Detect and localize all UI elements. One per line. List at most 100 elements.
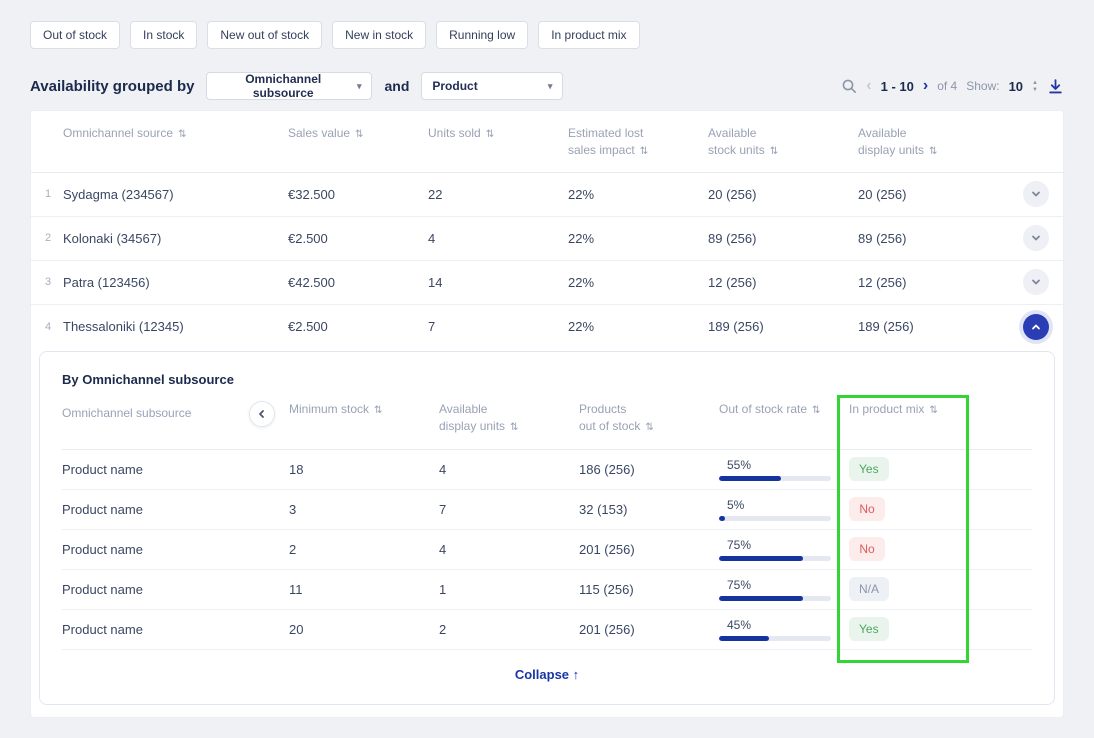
in-product-mix-badge: No	[849, 497, 885, 521]
sort-icon[interactable]: ⇅	[355, 129, 363, 140]
cell-display-units: 7	[439, 502, 579, 517]
and-label: and	[384, 78, 409, 94]
column-header-oos-rate[interactable]: Out of stock rate⇅	[719, 401, 849, 419]
cell-stock: 20 (256)	[708, 187, 858, 202]
cell-units: 14	[428, 275, 568, 290]
column-header-subsource: Omnichannel subsource	[62, 401, 289, 427]
subsource-panel-title: By Omnichannel subsource	[62, 372, 1032, 387]
sort-icon[interactable]: ⇅	[640, 146, 648, 157]
cell-products-oos: 201 (256)	[579, 622, 719, 637]
expand-row-button[interactable]	[1023, 225, 1049, 251]
column-header-source[interactable]: Omnichannel source⇅	[63, 125, 288, 143]
column-header-stock[interactable]: Available stock units⇅	[708, 125, 858, 160]
column-header-available-display[interactable]: Available display units⇅	[439, 401, 579, 436]
search-icon	[841, 78, 857, 94]
cell-products-oos: 32 (153)	[579, 502, 719, 517]
cell-sales: €42.500	[288, 275, 428, 290]
progress-fill	[719, 556, 803, 561]
download-button[interactable]	[1047, 78, 1064, 95]
expand-row-button[interactable]	[1023, 181, 1049, 207]
out-of-stock-rate: 45%	[719, 618, 849, 641]
progress-bar	[719, 516, 831, 521]
table-header: Omnichannel source⇅ Sales value⇅ Units s…	[31, 111, 1063, 173]
subtable-header: Omnichannel subsource Minimum stock⇅ Ava…	[62, 401, 1032, 450]
cell-display-units: 2	[439, 622, 579, 637]
availability-page: Out of stock In stock New out of stock N…	[0, 0, 1094, 738]
filter-chip-out-of-stock[interactable]: Out of stock	[30, 21, 120, 49]
collapse-link[interactable]: Collapse ↑	[62, 650, 1032, 690]
in-product-mix-badge: Yes	[849, 617, 889, 641]
chevron-up-icon	[1030, 321, 1042, 333]
filter-chip-new-out-of-stock[interactable]: New out of stock	[207, 21, 322, 49]
sort-icon[interactable]: ⇅	[486, 129, 494, 140]
cell-display: 89 (256)	[858, 231, 1008, 246]
cell-sales: €2.500	[288, 319, 428, 334]
out-of-stock-rate: 75%	[719, 538, 849, 561]
sort-icon[interactable]: ⇅	[929, 405, 937, 416]
column-header-display[interactable]: Available display units⇅	[858, 125, 1008, 160]
progress-bar	[719, 596, 831, 601]
out-of-stock-rate: 75%	[719, 578, 849, 601]
out-of-stock-rate: 5%	[719, 498, 849, 521]
expand-row-button[interactable]	[1023, 269, 1049, 295]
sort-icon[interactable]: ⇅	[929, 146, 937, 157]
subtable-row: Product name 3 7 32 (153) 5% No	[62, 490, 1032, 530]
column-header-units[interactable]: Units sold⇅	[428, 125, 568, 143]
progress-bar	[719, 556, 831, 561]
cell-min-stock: 18	[289, 462, 439, 477]
sort-icon[interactable]: ⇅	[645, 422, 653, 433]
table-controls: ‹ 1 - 10 › of 4 Show: 10 ▲ ▼	[841, 78, 1064, 95]
cell-products-oos: 186 (256)	[579, 462, 719, 477]
pagination-prev-button[interactable]: ‹	[866, 78, 871, 94]
page-size-value[interactable]: 10	[1009, 79, 1023, 94]
cell-impact: 22%	[568, 187, 708, 202]
column-header-product-mix[interactable]: In product mix⇅	[849, 401, 1032, 419]
search-button[interactable]	[841, 78, 857, 94]
cell-min-stock: 11	[289, 582, 439, 597]
filter-chip-in-product-mix[interactable]: In product mix	[538, 21, 639, 49]
cell-source: Sydagma (234567)	[63, 187, 288, 202]
in-product-mix-badge: Yes	[849, 457, 889, 481]
progress-fill	[719, 636, 769, 641]
row-index: 2	[31, 232, 63, 244]
sort-icon[interactable]: ⇅	[812, 405, 820, 416]
cell-impact: 22%	[568, 319, 708, 334]
sort-icon[interactable]: ⇅	[510, 422, 518, 433]
filter-chip-new-in-stock[interactable]: New in stock	[332, 21, 426, 49]
chevron-down-icon	[1030, 188, 1042, 200]
cell-source: Kolonaki (34567)	[63, 231, 288, 246]
progress-fill	[719, 476, 781, 481]
cell-units: 4	[428, 231, 568, 246]
column-header-min-stock[interactable]: Minimum stock⇅	[289, 401, 439, 419]
column-header-products-oos[interactable]: Products out of stock⇅	[579, 401, 719, 436]
subtable-row: Product name 11 1 115 (256) 75% N/A	[62, 570, 1032, 610]
group-by-dropdown-1-value: Omnichannel subsource	[217, 72, 348, 100]
sort-icon[interactable]: ⇅	[374, 405, 382, 416]
cell-source: Thessaloniki (12345)	[63, 319, 288, 334]
filter-chip-running-low[interactable]: Running low	[436, 21, 528, 49]
filter-chip-in-stock[interactable]: In stock	[130, 21, 197, 49]
cell-display-units: 1	[439, 582, 579, 597]
collapse-column-button[interactable]	[249, 401, 275, 427]
sort-icon[interactable]: ⇅	[178, 129, 186, 140]
group-by-dropdown-1[interactable]: Omnichannel subsource ▾	[206, 72, 372, 100]
page-title: Availability grouped by	[30, 78, 194, 95]
pagination-next-button[interactable]: ›	[923, 78, 928, 94]
page-size-stepper[interactable]: ▲ ▼	[1032, 80, 1038, 93]
rate-label: 75%	[719, 538, 849, 552]
cell-stock: 12 (256)	[708, 275, 858, 290]
group-by-dropdown-2[interactable]: Product ▾	[421, 72, 563, 100]
table-row: 2 Kolonaki (34567) €2.500 4 22% 89 (256)…	[31, 217, 1063, 261]
table-row-expanded: 4 Thessaloniki (12345) €2.500 7 22% 189 …	[31, 305, 1063, 349]
sort-icon[interactable]: ⇅	[770, 146, 778, 157]
cell-product-name: Product name	[62, 462, 289, 477]
cell-display: 20 (256)	[858, 187, 1008, 202]
column-header-sales[interactable]: Sales value⇅	[288, 125, 428, 143]
cell-products-oos: 115 (256)	[579, 582, 719, 597]
subtable-row: Product name 18 4 186 (256) 55% Yes	[62, 450, 1032, 490]
collapse-row-button[interactable]	[1023, 314, 1049, 340]
column-header-impact[interactable]: Estimated lost sales impact⇅	[568, 125, 708, 160]
stepper-up-icon: ▲	[1032, 80, 1038, 86]
cell-sales: €32.500	[288, 187, 428, 202]
cell-units: 7	[428, 319, 568, 334]
